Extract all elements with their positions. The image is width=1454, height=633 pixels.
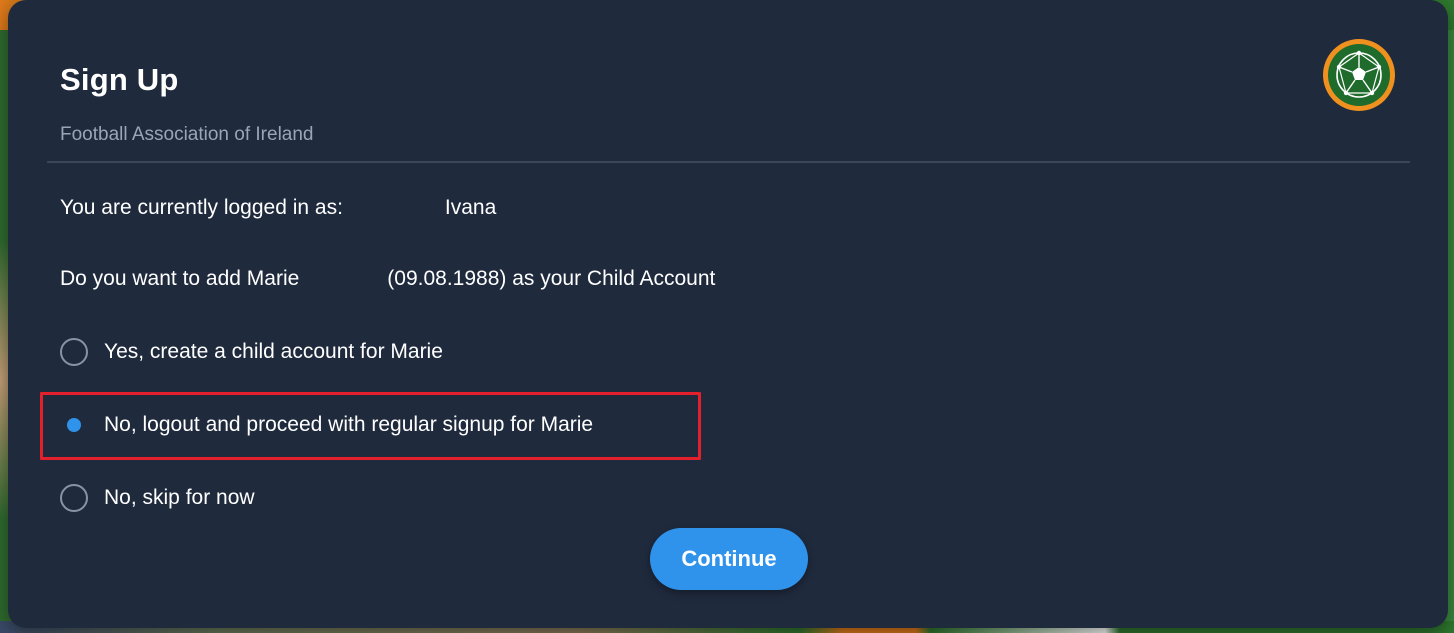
option-label: Yes, create a child account for Marie [104, 340, 443, 363]
dialog-title: Sign Up [60, 62, 179, 97]
radio-selected-dot-icon [67, 418, 81, 432]
logged-in-line: You are currently logged in as: Ivana [60, 196, 496, 220]
child-account-question: Do you want to add Marie (09.08.1988) as … [60, 267, 715, 291]
fai-football-logo-icon [1321, 37, 1397, 113]
option-skip-for-now[interactable]: No, skip for now [60, 481, 255, 515]
continue-button[interactable]: Continue [650, 528, 808, 590]
header-divider [47, 161, 1410, 163]
radio-button[interactable] [60, 338, 88, 366]
radio-button-selected[interactable] [60, 411, 88, 439]
logged-in-label: You are currently logged in as: [60, 196, 343, 219]
question-suffix: (09.08.1988) as your Child Account [387, 267, 716, 290]
option-label: No, skip for now [104, 486, 255, 509]
option-logout-regular-signup[interactable]: No, logout and proceed with regular sign… [60, 408, 593, 442]
option-label: No, logout and proceed with regular sign… [104, 413, 594, 436]
dialog-subtitle: Football Association of Ireland [60, 124, 314, 145]
question-prefix: Do you want to add Marie [60, 267, 300, 290]
radio-button[interactable] [60, 484, 88, 512]
logged-in-user: Ivana [444, 196, 497, 219]
option-create-child-account[interactable]: Yes, create a child account for Marie [60, 335, 443, 369]
signup-dialog: Sign Up Football Association of Ireland … [8, 0, 1448, 628]
